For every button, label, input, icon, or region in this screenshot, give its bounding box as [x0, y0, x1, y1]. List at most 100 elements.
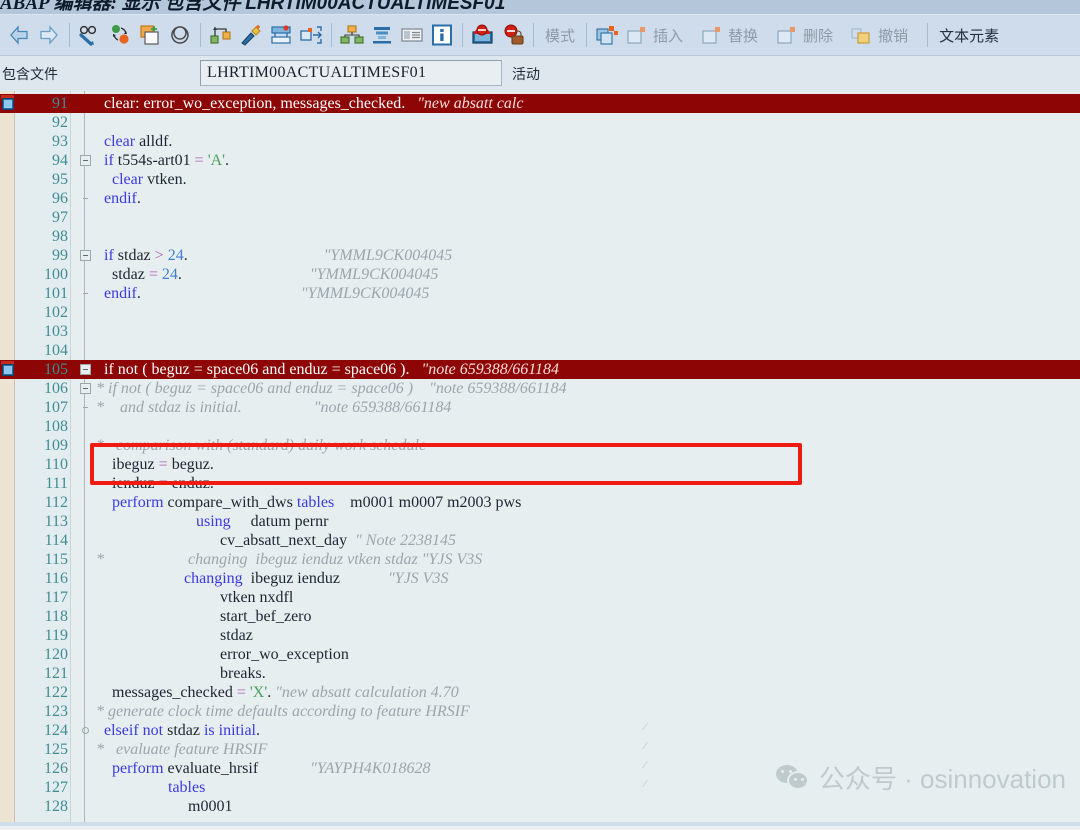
delete-button[interactable]: 删除 [772, 19, 847, 51]
code-line-text: * changing ibeguz ienduz vtken stdaz "YJ… [96, 551, 483, 568]
split-screen-icon[interactable] [266, 19, 296, 51]
line-number: 107 [44, 399, 68, 416]
code-line[interactable]: 122 messages_checked = 'X'. "new absatt … [0, 683, 1080, 702]
code-line[interactable]: 115 * changing ibeguz ienduz vtken stdaz … [0, 550, 1080, 569]
forward-arrow-icon[interactable] [34, 19, 64, 51]
code-line-text: messages_checked = 'X'. "new absatt calc… [96, 684, 459, 701]
code-line[interactable]: 117 vtken nxdfl [0, 588, 1080, 607]
mode-label[interactable]: 模式 [539, 25, 581, 46]
code-line[interactable]: 112 perform compare_with_dws tables m000… [0, 493, 1080, 512]
code-line[interactable]: 98 [0, 227, 1080, 246]
delete-label[interactable]: 删除 [802, 25, 839, 46]
code-line[interactable]: 91 clear: error_wo_exception, messages_c… [0, 94, 1080, 113]
code-line[interactable]: 107 * and stdaz is initial. "note 659388/… [0, 398, 1080, 417]
code-line[interactable]: 93 clear alldf. [0, 132, 1080, 151]
undo-label[interactable]: 撤销 [877, 25, 914, 46]
code-line[interactable]: 109 * comparison with (standard) daily wo… [0, 436, 1080, 455]
code-line-text: error_wo_exception [96, 646, 349, 663]
code-line[interactable]: 108 [0, 417, 1080, 436]
line-number: 105 [44, 361, 68, 378]
line-number: 106 [44, 380, 68, 397]
code-line[interactable]: 106 * if not ( beguz = space06 and enduz … [0, 379, 1080, 398]
line-number: 125 [44, 741, 68, 758]
code-line[interactable]: 124 elseif not stdaz is initial. [0, 721, 1080, 740]
fold-branch-marker [82, 727, 89, 734]
include-file-row: 包含文件 LHRTIM00ACTUALTIMESF01 活动 [0, 56, 1080, 91]
info-icon[interactable] [427, 19, 457, 51]
code-line-text: stdaz [96, 627, 253, 644]
code-line[interactable]: 94 if t554s-art01 = 'A'. [0, 151, 1080, 170]
undo-button[interactable]: 撤销 [847, 19, 922, 51]
fold-end-marker [83, 198, 88, 199]
list-view-icon[interactable] [397, 19, 427, 51]
line-number: 120 [44, 646, 68, 663]
code-line-text: clear: error_wo_exception, messages_chec… [104, 95, 524, 112]
code-line[interactable]: 100 stdaz = 24. "YMML9CK004045 [0, 265, 1080, 284]
continuation-tick: ⁄ [644, 759, 646, 771]
line-number: 95 [52, 171, 68, 188]
wechat-icon [775, 764, 810, 791]
code-line-text: clear alldf. [104, 133, 173, 150]
fold-collapse-icon[interactable] [80, 383, 91, 394]
delete-block-icon[interactable] [772, 19, 802, 51]
insert-label[interactable]: 插入 [652, 25, 689, 46]
code-line[interactable]: 97 [0, 208, 1080, 227]
code-line[interactable]: 111 ienduz = enduz. [0, 474, 1080, 493]
outline-icon[interactable] [367, 19, 397, 51]
code-line-text: * if not ( beguz = space06 and enduz = s… [96, 380, 567, 397]
code-line[interactable]: 121 breaks. [0, 664, 1080, 683]
expand-icon[interactable] [296, 19, 326, 51]
code-line[interactable]: 128 m0001 [0, 797, 1080, 816]
back-arrow-icon[interactable] [4, 19, 34, 51]
code-line[interactable]: 101 endif. "YMML9CK004045 [0, 284, 1080, 303]
pretty-printer-icon[interactable] [236, 19, 266, 51]
text-elements-button[interactable]: 文本元素 [933, 25, 1005, 46]
code-line[interactable]: 125 * evaluate feature HRSIF [0, 740, 1080, 759]
stop-debug-icon[interactable] [498, 19, 528, 51]
stop-display-icon[interactable] [468, 19, 498, 51]
page-title: ABAP 编辑器: 显示 包含文件 LHRTIM00ACTUALTIMESF01 [0, 0, 505, 14]
fold-collapse-icon[interactable] [80, 364, 91, 375]
insert-button[interactable]: 插入 [622, 19, 697, 51]
fold-collapse-icon[interactable] [80, 155, 91, 166]
bookmark-icon[interactable] [1, 95, 15, 111]
display-change-icon[interactable] [75, 19, 105, 51]
code-line[interactable]: 119 stdaz [0, 626, 1080, 645]
code-line[interactable]: 95 clear vtken. [0, 170, 1080, 189]
undo-block-icon[interactable] [847, 19, 877, 51]
code-line[interactable]: 120 error_wo_exception [0, 645, 1080, 664]
code-line[interactable]: 103 [0, 322, 1080, 341]
activate-icon[interactable] [105, 19, 135, 51]
code-editor[interactable]: 91 clear: error_wo_exception, messages_c… [0, 91, 1080, 826]
line-number: 110 [44, 456, 68, 473]
bookmark-icon[interactable] [1, 361, 15, 377]
code-line[interactable]: 105 if not ( beguz = space06 and enduz =… [0, 360, 1080, 379]
replace-label[interactable]: 替换 [727, 25, 764, 46]
replace-block-icon[interactable] [697, 19, 727, 51]
code-line[interactable]: 116 changing ibeguz ienduz "YJS V3S [0, 569, 1080, 588]
application-toolbar[interactable]: 模式 插入 替换 删除 撤销 文本元素 [0, 14, 1080, 56]
code-line[interactable]: 96 endif. [0, 189, 1080, 208]
pattern-icon[interactable] [165, 19, 195, 51]
mode-block-icon[interactable] [592, 19, 622, 51]
navigation-stack-icon[interactable] [337, 19, 367, 51]
code-line[interactable]: 123 * generate clock time defaults accord… [0, 702, 1080, 721]
code-line[interactable]: 104 [0, 341, 1080, 360]
replace-button[interactable]: 替换 [697, 19, 772, 51]
fold-collapse-icon[interactable] [80, 250, 91, 261]
code-line[interactable]: 102 [0, 303, 1080, 322]
code-line-text: using datum pernr [196, 513, 329, 530]
code-line-text: start_bef_zero [96, 608, 312, 625]
line-number: 98 [52, 228, 68, 245]
code-line[interactable]: 110 ibeguz = beguz. [0, 455, 1080, 474]
toolbar-divider-1 [69, 23, 70, 47]
copy-object-icon[interactable] [135, 19, 165, 51]
insert-block-icon[interactable] [622, 19, 652, 51]
code-line[interactable]: 99 if stdaz > 24. "YMML9CK004045 [0, 246, 1080, 265]
code-line[interactable]: 92 [0, 113, 1080, 132]
code-line[interactable]: 114 cv_absatt_next_day " Note 2238145 [0, 531, 1080, 550]
where-used-icon[interactable] [206, 19, 236, 51]
code-line[interactable]: 113 using datum pernr [0, 512, 1080, 531]
code-line[interactable]: 118 start_bef_zero [0, 607, 1080, 626]
include-file-input[interactable]: LHRTIM00ACTUALTIMESF01 [200, 60, 502, 86]
